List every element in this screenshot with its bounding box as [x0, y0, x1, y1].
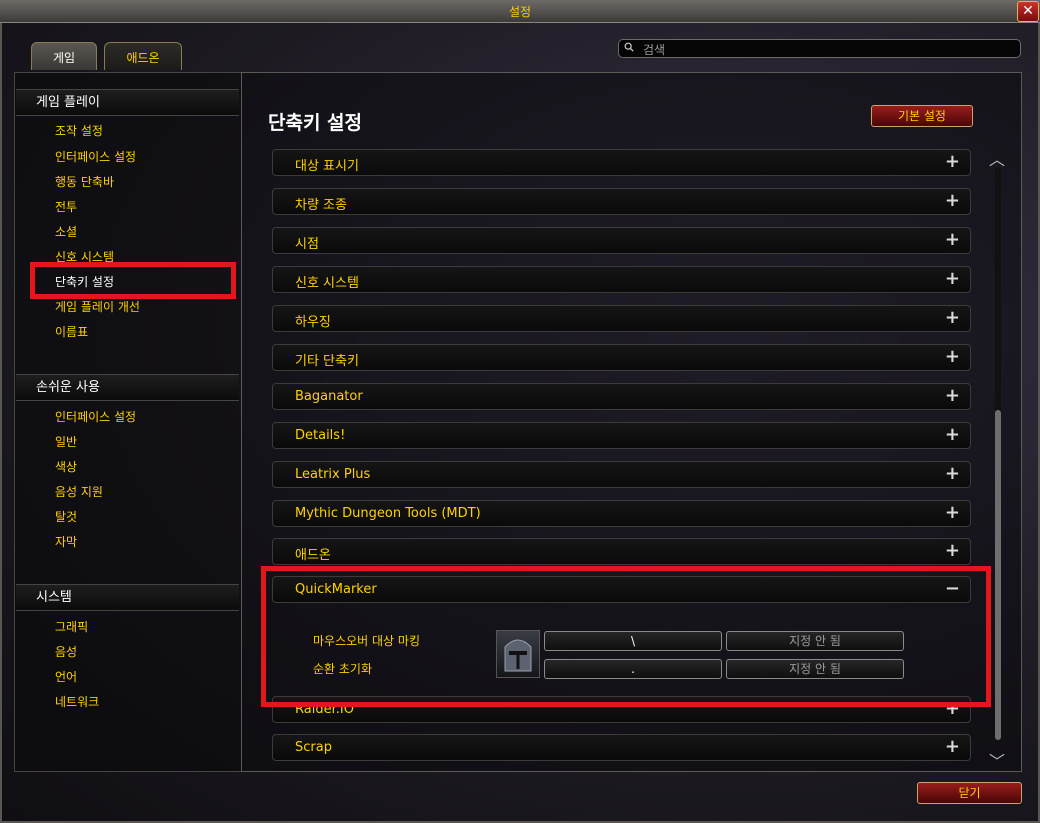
expand-icon: + — [944, 385, 960, 406]
close-button[interactable]: 닫기 — [917, 782, 1022, 804]
category-row[interactable]: Details! + — [272, 422, 971, 449]
category-row[interactable]: 시점 + — [272, 227, 971, 254]
category-label: 시점 — [295, 237, 319, 252]
sidebar-item-accessibility-interface[interactable]: 인터페이스 설정 — [55, 408, 136, 425]
category-label: Scrap — [295, 740, 332, 755]
category-row[interactable]: 기타 단축키 + — [272, 344, 971, 371]
keybind-secondary-button[interactable]: 지정 안 됨 — [726, 659, 904, 679]
category-row[interactable]: Raider.IO + — [272, 696, 971, 723]
category-row[interactable]: 차량 조종 + — [272, 188, 971, 215]
expand-icon: + — [944, 736, 960, 757]
category-row[interactable]: 대상 표시기 + — [272, 149, 971, 176]
helmet-icon — [496, 630, 540, 678]
keybind-primary-button[interactable]: . — [544, 659, 722, 679]
expand-icon: + — [944, 502, 960, 523]
scroll-down-icon[interactable]: ﹀ — [989, 748, 1005, 772]
keybind-secondary-button[interactable]: 지정 안 됨 — [726, 631, 904, 651]
sidebar-item-speech[interactable]: 음성 지원 — [55, 483, 103, 500]
sidebar-item-ping-system[interactable]: 신호 시스템 — [55, 248, 114, 265]
expand-icon: + — [944, 540, 960, 561]
category-row[interactable]: 애드온 + — [272, 538, 971, 565]
category-label: 대상 표시기 — [295, 159, 359, 174]
search-input[interactable] — [641, 41, 1015, 58]
sidebar-header-system: 시스템 — [16, 584, 239, 611]
sidebar-item-combat[interactable]: 전투 — [55, 198, 77, 215]
expand-icon: + — [944, 698, 960, 719]
scrollbar-thumb[interactable] — [995, 410, 1001, 740]
category-row[interactable]: Baganator + — [272, 383, 971, 410]
defaults-button[interactable]: 기본 설정 — [871, 105, 973, 127]
category-label: 신호 시스템 — [295, 276, 359, 291]
sidebar-header-gameplay: 게임 플레이 — [16, 89, 239, 116]
tab-addons[interactable]: 애드온 — [104, 42, 182, 70]
sidebar-item-keybindings[interactable]: 단축키 설정 — [55, 273, 114, 290]
title-bar: 설정 ✕ — [0, 0, 1040, 23]
category-row[interactable]: Leatrix Plus + — [272, 461, 971, 488]
sidebar-item-colors[interactable]: 색상 — [55, 458, 77, 475]
sidebar-item-network[interactable]: 네트워크 — [55, 693, 99, 710]
category-label: 애드온 — [295, 548, 331, 563]
scroll-up-icon[interactable]: ︿ — [989, 146, 1005, 170]
collapse-icon: − — [944, 578, 960, 599]
sidebar-item-audio[interactable]: 음성 — [55, 643, 77, 660]
keybind-primary-button[interactable]: \ — [544, 631, 722, 651]
category-row[interactable]: 하우징 + — [272, 305, 971, 332]
sidebar-item-language[interactable]: 언어 — [55, 668, 77, 685]
sidebar-header-accessibility: 손쉬운 사용 — [16, 374, 239, 401]
window-title: 설정 — [508, 5, 532, 19]
category-row[interactable]: Scrap + — [272, 734, 971, 761]
sidebar-item-interface[interactable]: 인터페이스 설정 — [55, 148, 136, 165]
tab-game[interactable]: 게임 — [31, 42, 97, 70]
category-label: Details! — [295, 428, 346, 443]
category-label: 하우징 — [295, 315, 331, 330]
expand-icon: + — [944, 463, 960, 484]
category-label: 차량 조종 — [295, 198, 347, 213]
binding-label: 마우스오버 대상 마킹 — [313, 634, 420, 648]
sidebar-item-graphics[interactable]: 그래픽 — [55, 618, 88, 635]
category-row[interactable]: Mythic Dungeon Tools (MDT) + — [272, 500, 971, 527]
sidebar-item-gameplay-enhancements[interactable]: 게임 플레이 개선 — [55, 298, 140, 315]
sidebar-item-social[interactable]: 소셜 — [55, 223, 77, 240]
category-label: Mythic Dungeon Tools (MDT) — [295, 506, 481, 521]
category-label: Leatrix Plus — [295, 467, 371, 482]
page-title: 단축키 설정 — [268, 112, 363, 134]
category-label: Raider.IO — [295, 702, 354, 717]
expand-icon: + — [944, 424, 960, 445]
category-label: QuickMarker — [295, 582, 377, 597]
category-row-expanded[interactable]: QuickMarker − — [272, 576, 971, 603]
binding-label: 순환 초기화 — [313, 662, 373, 676]
expand-icon: + — [944, 346, 960, 367]
search-box[interactable] — [618, 39, 1021, 58]
sidebar-item-mounts[interactable]: 탈것 — [55, 508, 77, 525]
search-icon — [624, 42, 634, 52]
sidebar-item-general[interactable]: 일반 — [55, 433, 77, 450]
sidebar-item-action-bars[interactable]: 행동 단축바 — [55, 173, 114, 190]
expand-icon: + — [944, 190, 960, 211]
expand-icon: + — [944, 151, 960, 172]
sidebar-item-subtitles[interactable]: 자막 — [55, 533, 77, 550]
category-label: Baganator — [295, 389, 363, 404]
category-label: 기타 단축키 — [295, 354, 359, 369]
category-row[interactable]: 신호 시스템 + — [272, 266, 971, 293]
sidebar-item-controls[interactable]: 조작 설정 — [55, 122, 103, 139]
expand-icon: + — [944, 229, 960, 250]
expand-icon: + — [944, 268, 960, 289]
expand-icon: + — [944, 307, 960, 328]
close-window-button[interactable]: ✕ — [1017, 1, 1039, 22]
sidebar-item-nameplates[interactable]: 이름표 — [55, 323, 88, 340]
